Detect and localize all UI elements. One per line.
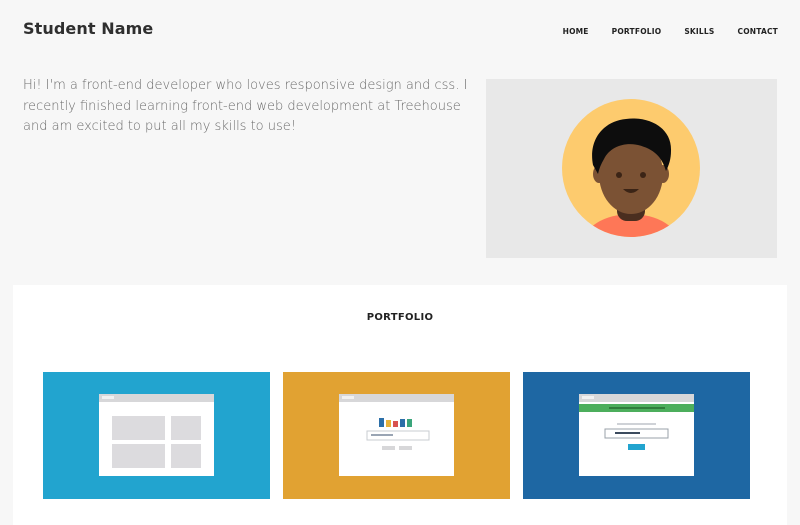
browser-grid-layout-icon	[99, 394, 214, 476]
nav-skills-link[interactable]: SKILLS	[684, 27, 714, 36]
browser-bar-chart-icon	[339, 394, 454, 476]
avatar-eye-left	[616, 172, 622, 178]
portfolio-card-3[interactable]	[523, 372, 750, 499]
intro-text: Hi! I'm a front-end developer who loves …	[23, 78, 468, 134]
main-nav: HOME PORTFOLIO SKILLS CONTACT	[540, 27, 778, 36]
portfolio-card-1[interactable]	[43, 372, 270, 499]
brand-logo-link[interactable]: Student Name	[23, 19, 153, 38]
avatar-illustration	[562, 99, 700, 237]
nav-portfolio-link[interactable]: PORTFOLIO	[612, 27, 662, 36]
portfolio-section: PORTFOLIO	[13, 285, 787, 525]
nav-home-link[interactable]: HOME	[563, 27, 589, 36]
site-header: Student Name HOME PORTFOLIO SKILLS CONTA…	[0, 0, 800, 62]
browser-form-icon	[579, 394, 694, 476]
avatar-eye-right	[640, 172, 646, 178]
nav-contact-link[interactable]: CONTACT	[737, 27, 778, 36]
portfolio-card-2[interactable]	[283, 372, 510, 499]
portfolio-title: PORTFOLIO	[366, 312, 434, 323]
avatar-panel	[486, 79, 777, 258]
